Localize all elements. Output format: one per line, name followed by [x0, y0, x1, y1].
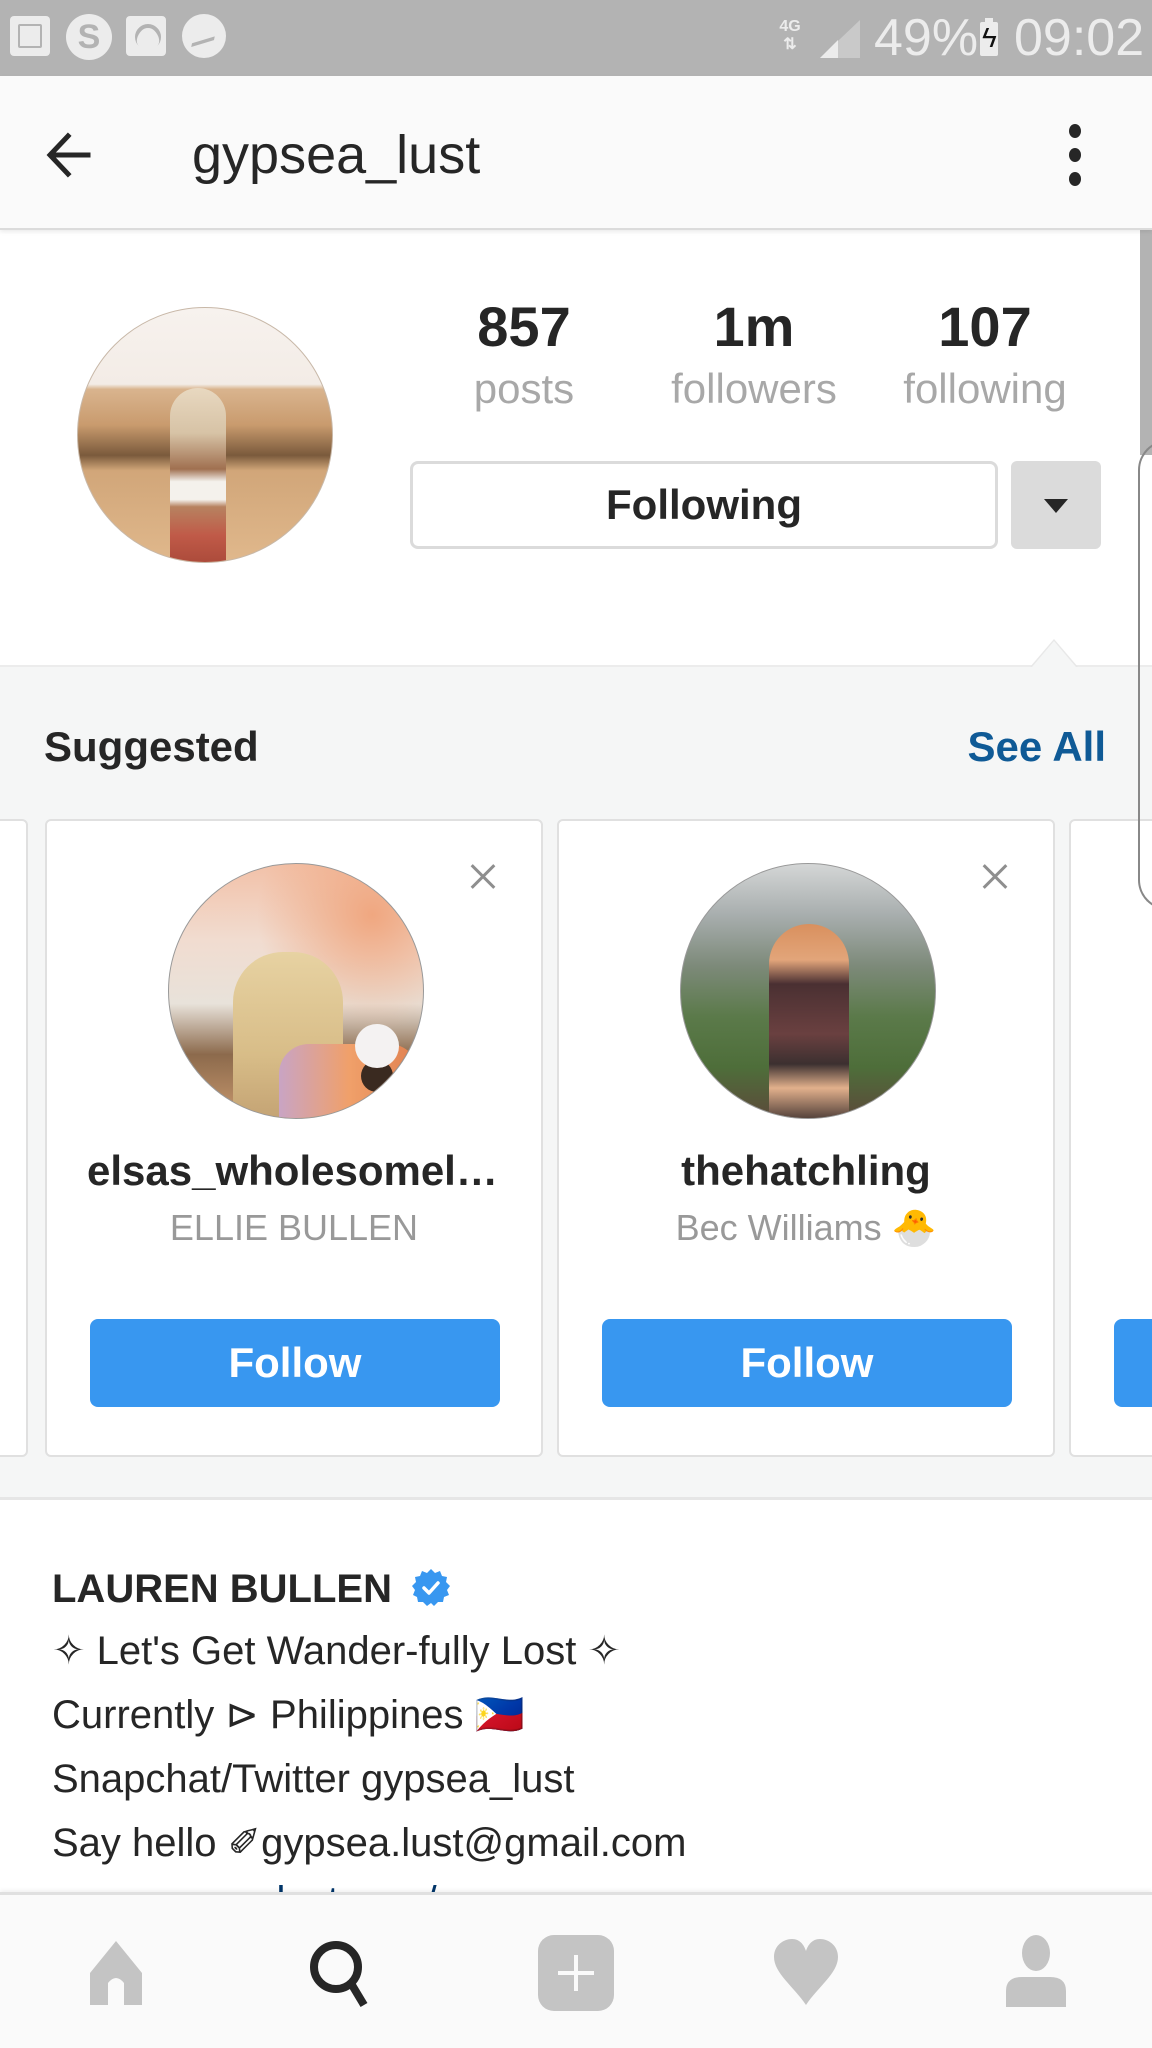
more-options-button[interactable]: [1050, 120, 1100, 190]
profile-full-name: LAUREN BULLEN: [52, 1560, 451, 1618]
suggested-section: Suggested See All elsas_wholesomeli… ELL…: [0, 639, 1152, 1500]
follow-button[interactable]: Follow: [90, 1319, 500, 1407]
suggestion-username[interactable]: thehatchling: [559, 1143, 1053, 1199]
follow-button-partial[interactable]: [1114, 1319, 1152, 1407]
skype-icon: S: [66, 14, 112, 60]
followers-count: 1m: [713, 295, 795, 358]
arrow-left-icon: [46, 132, 91, 178]
stat-followers[interactable]: 1m followers: [654, 292, 854, 416]
stat-following[interactable]: 107 following: [885, 292, 1085, 416]
nav-home[interactable]: [76, 1933, 156, 2013]
signal-icon: [820, 20, 860, 58]
posts-label: posts: [473, 365, 575, 412]
back-button[interactable]: [40, 120, 110, 190]
network-label: 4G: [779, 18, 801, 35]
nav-activity[interactable]: [766, 1933, 846, 2013]
full-name-text: LAUREN BULLEN: [52, 1567, 392, 1611]
following-count: 107: [938, 295, 1032, 358]
popover-caret: [1030, 639, 1078, 667]
nav-add-post[interactable]: [536, 1933, 616, 2013]
avatar-photo: [170, 388, 226, 562]
page-title: gypsea_lust: [192, 125, 481, 185]
bio-line: Currently ⊳ Philippines 🇵🇭: [52, 1693, 525, 1737]
bio-line: ✧ Let's Get Wander-fully Lost ✧: [52, 1629, 621, 1673]
suggestion-card: thehatchling Bec Williams 🐣 Follow: [557, 819, 1055, 1457]
more-dot: [1069, 148, 1081, 162]
suggested-title: Suggested: [44, 723, 259, 770]
add-post-icon: [538, 1935, 614, 2011]
posts-count: 857: [477, 295, 571, 358]
profile-avatar[interactable]: [77, 307, 333, 563]
follow-button[interactable]: Follow: [602, 1319, 1012, 1407]
suggestion-full-name: ELLIE BULLEN: [169, 1207, 419, 1248]
suggestion-avatar[interactable]: [680, 863, 936, 1119]
dismiss-suggestion-button[interactable]: [975, 857, 1015, 897]
avatar-photo-detail: [355, 1024, 399, 1068]
battery-percent: 49%: [874, 9, 979, 67]
suggestion-card: elsas_wholesomeli… ELLIE BULLEN Follow: [45, 819, 543, 1457]
avatar-photo-detail: [279, 1044, 419, 1118]
wifi-icon: [126, 16, 166, 56]
search-icon: [310, 1941, 368, 2008]
suggestions-toggle-button[interactable]: [1011, 461, 1101, 549]
profile-bio: LAUREN BULLEN ✧ Let's Get Wander-fully L…: [0, 1500, 1152, 1923]
suggestion-card-partial-right: [1069, 819, 1152, 1457]
dismiss-suggestion-button[interactable]: [463, 857, 503, 897]
verified-badge-icon: [412, 1569, 451, 1606]
profile-header: 857 posts 1m followers 107 following Fol…: [0, 232, 1152, 665]
suggestion-card-partial-left: [0, 819, 28, 1457]
bio-line: Snapchat/Twitter gypsea_lust: [52, 1757, 575, 1801]
battery-charging-icon: [980, 18, 998, 56]
followers-label: followers: [671, 365, 837, 412]
avatar-photo: [769, 924, 849, 1118]
network-type: 4G ⇅: [779, 18, 801, 53]
bio-line: Say hello ✐gypsea.lust@gmail.com: [52, 1821, 687, 1865]
following-button[interactable]: Following: [410, 461, 998, 549]
suggestion-avatar[interactable]: [168, 863, 424, 1119]
more-dot: [1069, 172, 1081, 186]
suggestion-username[interactable]: elsas_wholesomeli…: [47, 1143, 541, 1199]
following-label: following: [903, 365, 1067, 412]
profile-icon: [1006, 1935, 1066, 2007]
screen-edge-handle: [1138, 440, 1152, 910]
heart-icon: [774, 1939, 838, 2005]
bottom-nav: [0, 1892, 1152, 2048]
nav-search[interactable]: [302, 1933, 382, 2013]
home-icon: [90, 1941, 142, 2005]
clock: 09:02: [1014, 9, 1145, 67]
suggestion-full-name: Bec Williams 🐣: [675, 1207, 937, 1248]
gallery-icon: [10, 16, 50, 56]
stat-posts[interactable]: 857 posts: [424, 292, 624, 416]
status-bar: S 4G⇅ 49% 09:02: [0, 0, 1152, 76]
more-vertical-icon: [1069, 124, 1081, 138]
app-bar: gypsea_lust: [0, 76, 1152, 230]
scrollbar[interactable]: [1140, 230, 1152, 455]
messenger-icon: [182, 14, 226, 58]
nav-profile[interactable]: [996, 1933, 1076, 2013]
see-all-link[interactable]: See All: [967, 719, 1106, 775]
